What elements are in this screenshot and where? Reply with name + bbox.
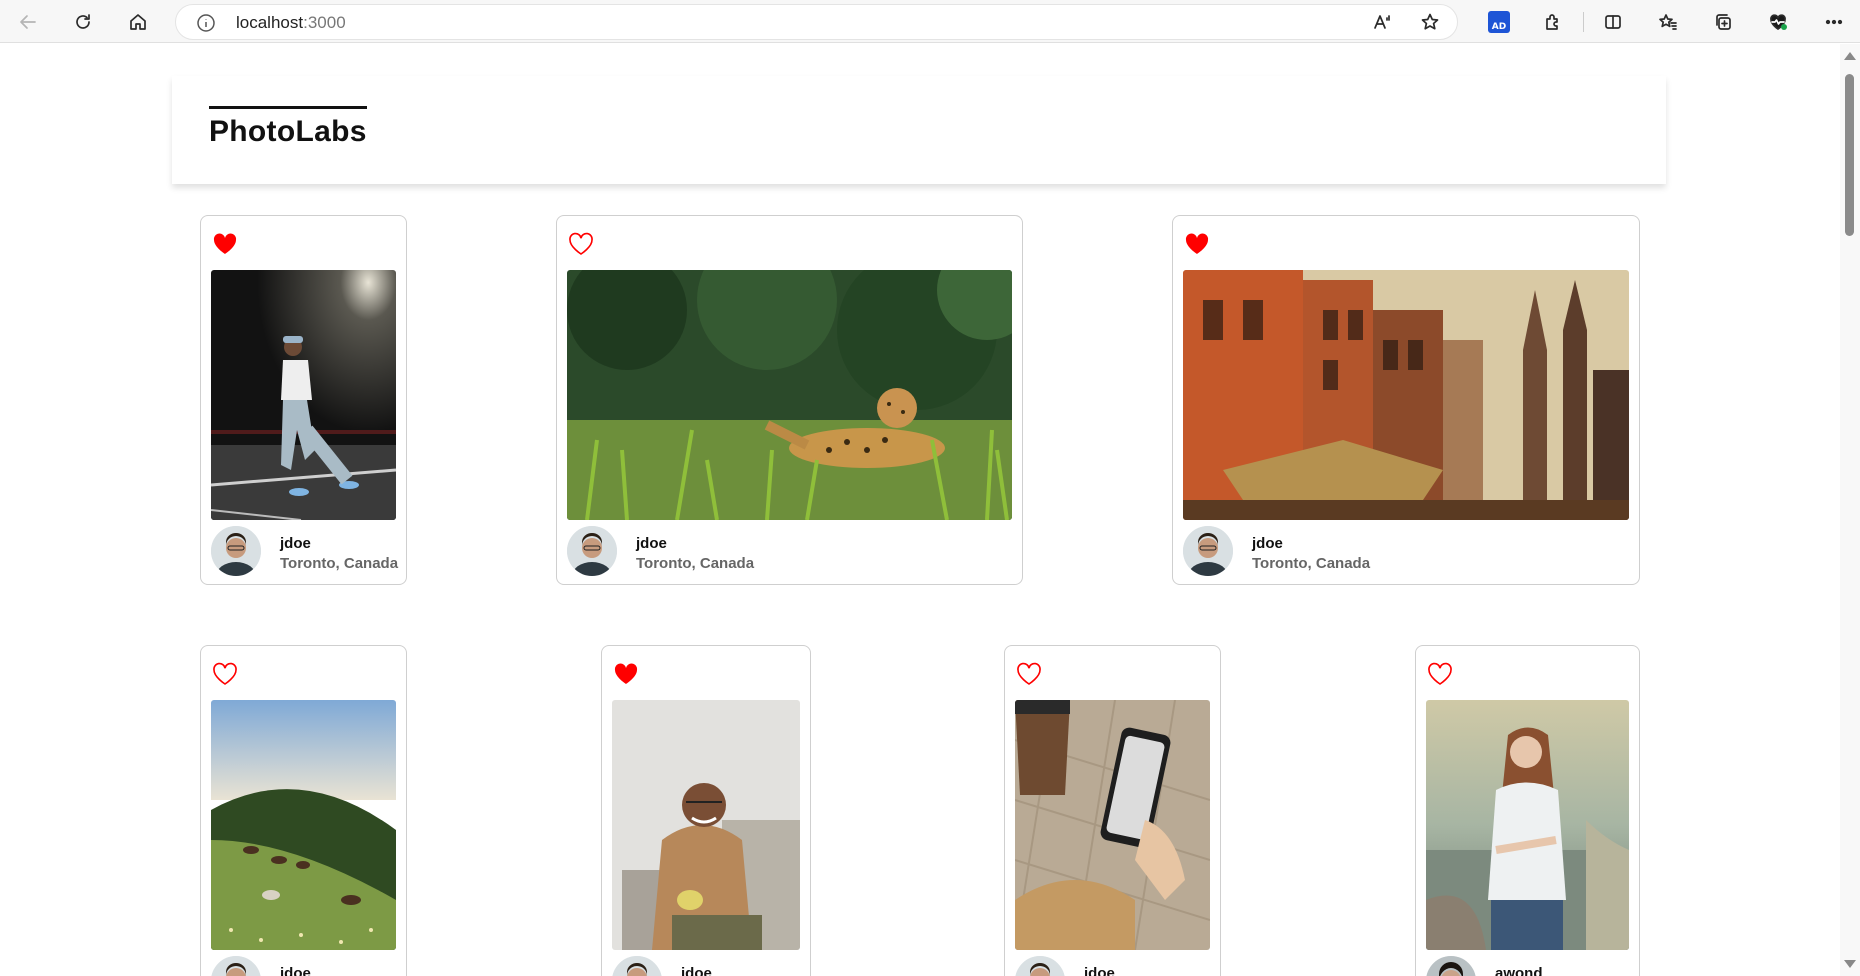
photo-card[interactable]: jdoe [601,645,811,976]
photo-card[interactable]: jdoe [200,645,407,976]
username: jdoe [636,535,667,552]
read-aloud-icon[interactable] [1366,6,1398,38]
favorite-heart-outline-icon[interactable] [1016,662,1042,686]
collections-icon[interactable] [1707,6,1739,38]
avatar[interactable] [211,526,261,576]
browser-health-icon[interactable] [1762,6,1794,38]
extension-ad-icon[interactable]: AD [1483,6,1515,38]
user-location: Toronto, Canada [636,555,755,572]
home-icon[interactable] [122,6,154,38]
avatar[interactable] [1183,526,1233,576]
site-info-icon[interactable] [196,13,216,33]
avatar[interactable] [567,526,617,576]
favorite-heart-icon[interactable] [1184,232,1210,256]
photo-card[interactable]: jdoe [1004,645,1221,976]
photo-image[interactable] [612,700,800,950]
photo-image[interactable] [1183,270,1629,520]
user-location: Toronto, Canada [1252,555,1371,572]
address-bar[interactable]: localhost:3000 [175,4,1458,40]
username: jdoe [1084,965,1115,976]
vertical-scrollbar[interactable] [1840,44,1860,976]
split-screen-icon[interactable] [1597,6,1629,38]
avatar[interactable] [211,956,261,976]
favorite-star-icon[interactable] [1414,6,1446,38]
favorite-heart-icon[interactable] [212,232,238,256]
photo-image[interactable] [1426,700,1629,950]
extensions-puzzle-icon[interactable] [1537,6,1569,38]
photo-card[interactable]: awond [1415,645,1640,976]
more-menu-icon[interactable] [1818,6,1850,38]
scroll-down-arrow-icon[interactable] [1844,960,1856,968]
username: jdoe [681,965,712,976]
photo-image[interactable] [211,700,396,950]
avatar[interactable] [612,956,662,976]
favorite-heart-icon[interactable] [613,662,639,686]
photo-card[interactable]: jdoe Toronto, Canada [1172,215,1640,585]
user-location: Toronto, Canada [280,555,399,572]
favorite-heart-outline-icon[interactable] [568,232,594,256]
scroll-up-arrow-icon[interactable] [1844,52,1856,60]
photo-card[interactable]: jdoe Toronto, Canada [200,215,407,585]
photo-image[interactable] [567,270,1012,520]
username: jdoe [280,965,311,976]
url-text[interactable]: localhost:3000 [236,13,346,33]
username: jdoe [280,535,311,552]
url-host: localhost [236,13,304,32]
url-port: :3000 [303,13,346,32]
back-arrow-icon[interactable] [12,6,44,38]
refresh-icon[interactable] [67,6,99,38]
toolbar-divider [1583,12,1584,32]
browser-toolbar: localhost:3000 AD [0,0,1860,43]
favorite-heart-outline-icon[interactable] [1427,662,1453,686]
page-viewport: PhotoLabs jdoe Toronto, Canada jdoe Toro… [0,44,1840,976]
photo-card[interactable]: jdoe Toronto, Canada [556,215,1023,585]
top-nav-bar: PhotoLabs [172,76,1666,184]
username: jdoe [1252,535,1283,552]
favorite-heart-outline-icon[interactable] [212,662,238,686]
photo-image[interactable] [1015,700,1210,950]
username: awond [1495,965,1543,976]
avatar[interactable] [1426,956,1476,976]
scroll-thumb[interactable] [1845,74,1854,236]
photo-image[interactable] [211,270,396,520]
favorites-icon[interactable] [1652,6,1684,38]
avatar[interactable] [1015,956,1065,976]
app-logo[interactable]: PhotoLabs [209,106,367,149]
